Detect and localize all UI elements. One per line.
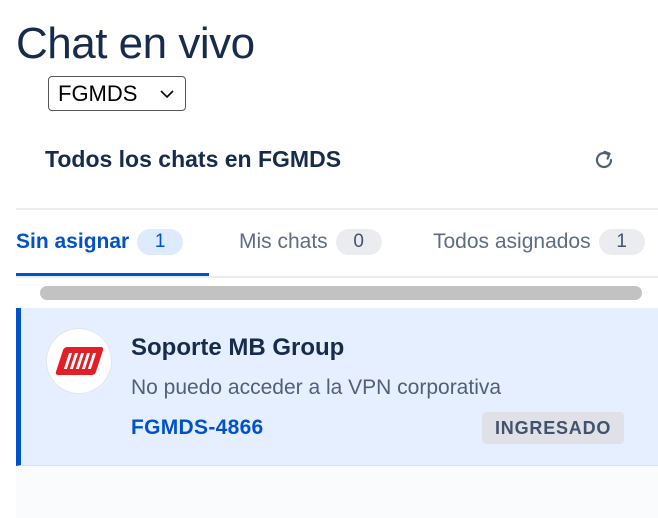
tab-mis-chats[interactable]: Mis chats 0 bbox=[239, 210, 382, 274]
panel-title: Todos los chats en FGMDS bbox=[45, 146, 342, 172]
page-title: Chat en vivo bbox=[16, 19, 255, 68]
chat-panel: Todos los chats en FGMDS Sin asignar 1 M… bbox=[16, 120, 658, 518]
tab-todos-asignados[interactable]: Todos asignados 1 bbox=[433, 210, 645, 274]
chat-list-empty-area bbox=[16, 466, 658, 518]
chat-customer-name: Soporte MB Group bbox=[131, 334, 345, 361]
tab-count-badge: 1 bbox=[137, 229, 184, 255]
tab-label: Mis chats bbox=[239, 230, 328, 253]
refresh-button[interactable] bbox=[590, 146, 618, 174]
chat-tabs: Sin asignar 1 Mis chats 0 Todos asignado… bbox=[16, 210, 658, 278]
chat-list-item[interactable]: Soporte MB Group No puedo acceder a la V… bbox=[16, 308, 658, 466]
status-badge: INGRESADO bbox=[482, 412, 625, 444]
tabs-horizontal-scrollbar[interactable] bbox=[40, 286, 642, 300]
chat-message-preview: No puedo acceder a la VPN corporativa bbox=[131, 376, 502, 399]
mb-group-logo-icon bbox=[55, 347, 103, 375]
tab-sin-asignar[interactable]: Sin asignar 1 bbox=[16, 210, 209, 276]
refresh-icon bbox=[595, 150, 613, 169]
chevron-down-icon bbox=[160, 90, 174, 99]
project-select[interactable]: FGMDS bbox=[48, 76, 186, 111]
avatar bbox=[47, 329, 111, 393]
tab-count-badge: 1 bbox=[598, 229, 645, 255]
project-select-value: FGMDS bbox=[58, 80, 138, 106]
tab-label: Sin asignar bbox=[16, 230, 130, 253]
tab-count-badge: 0 bbox=[335, 229, 382, 255]
panel-header: Todos los chats en FGMDS bbox=[16, 120, 658, 210]
chat-issue-key[interactable]: FGMDS-4866 bbox=[131, 416, 264, 440]
tab-label: Todos asignados bbox=[433, 230, 591, 253]
